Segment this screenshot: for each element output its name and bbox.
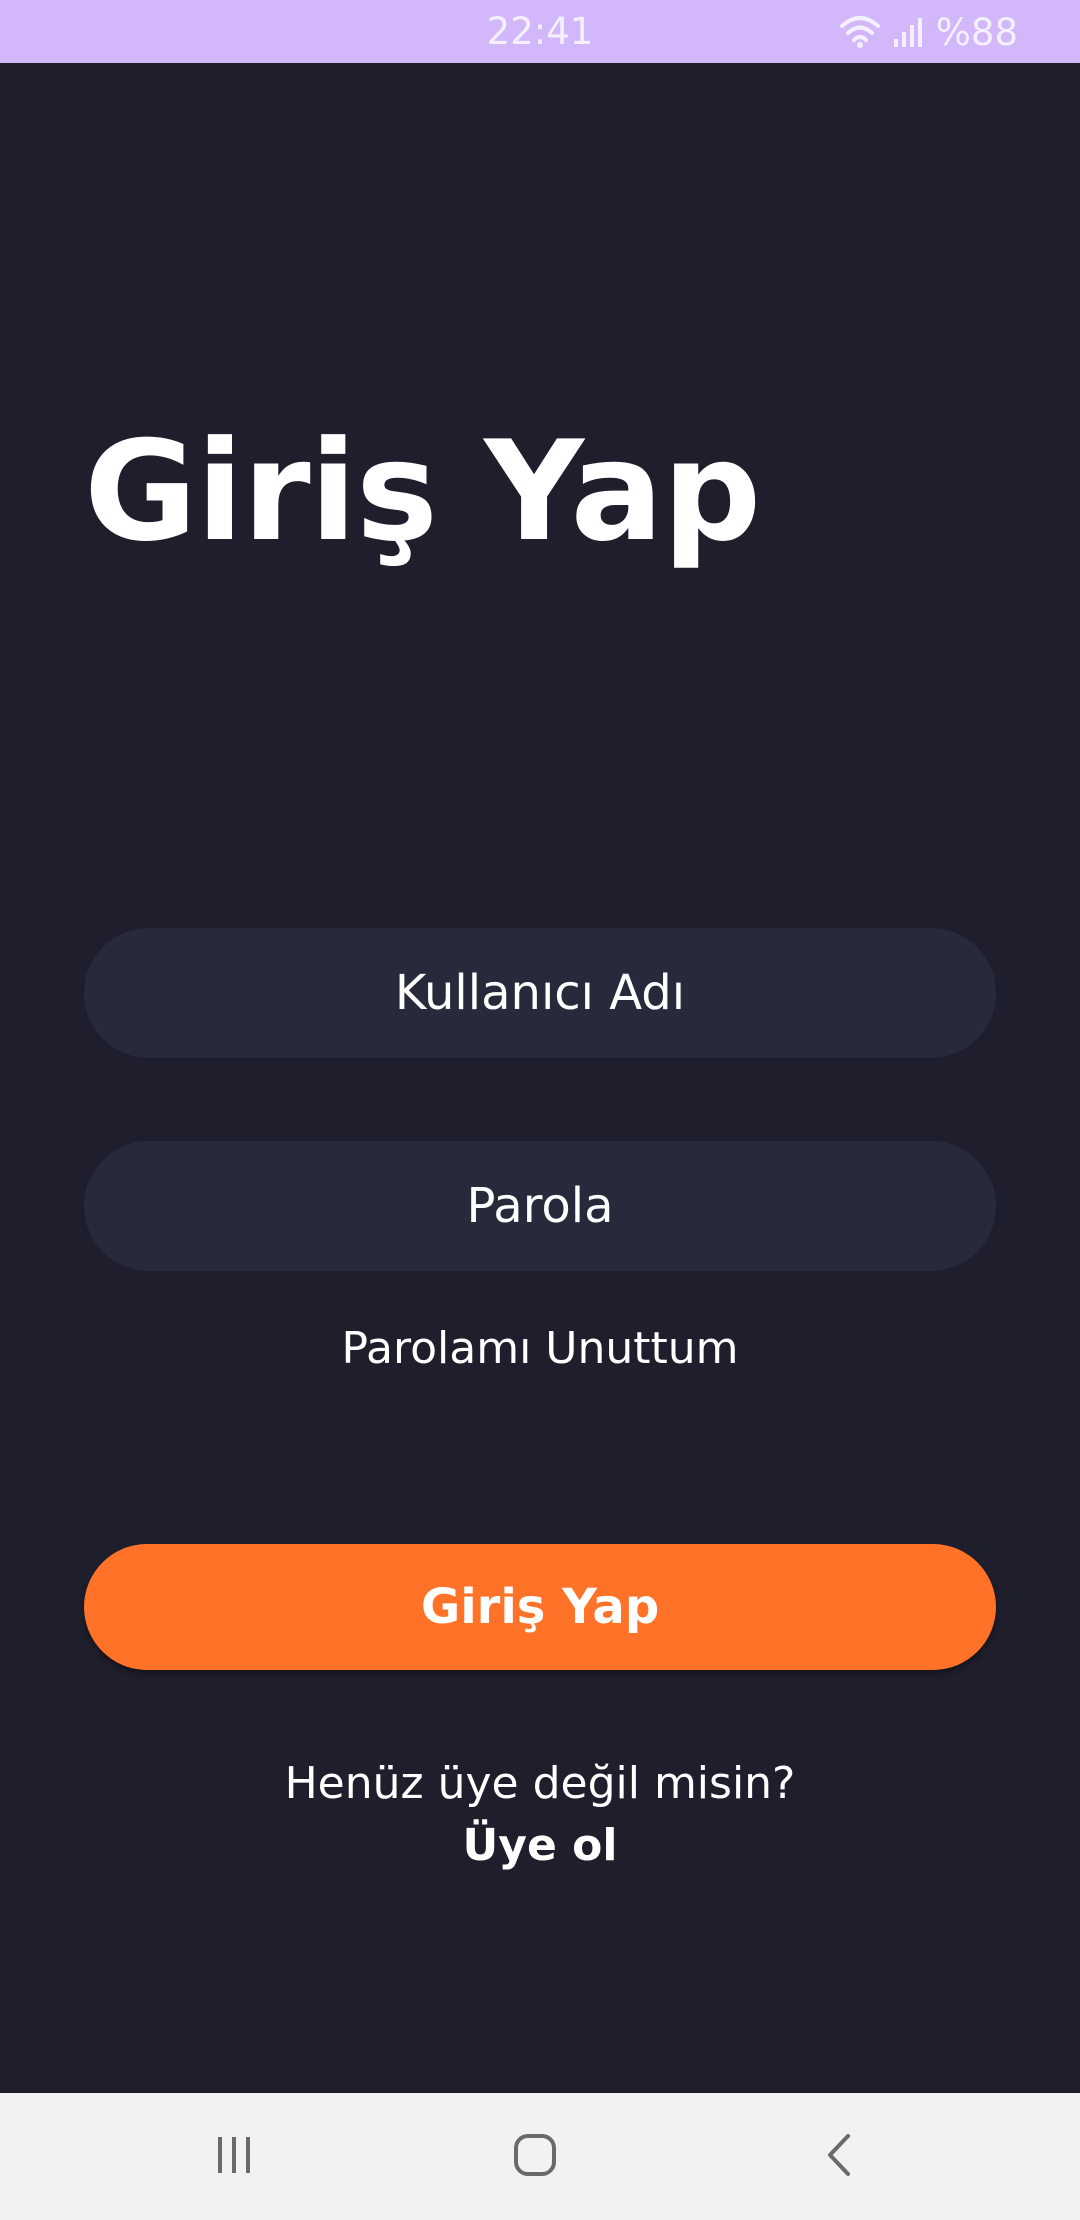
wifi-icon [838,14,882,50]
signal-icon [892,15,926,49]
navigation-bar [0,2093,1080,2220]
home-icon [513,2133,557,2181]
signup-link[interactable]: Üye ol [0,1820,1080,1871]
battery-text: %88 [935,10,1018,54]
password-field[interactable] [84,1141,996,1271]
status-bar: 22:41 %88 [0,0,1080,63]
home-button[interactable] [480,2113,590,2201]
page-title: Giriş Yap [84,411,761,572]
back-button[interactable] [784,2113,894,2201]
signup-prompt: Henüz üye değil misin? [284,1758,796,1809]
username-field[interactable] [84,928,996,1058]
forgot-password-link[interactable]: Parolamı Unuttum [0,1323,1080,1374]
login-screen: Giriş Yap Parolamı Unuttum Giriş Yap Hen… [0,63,1080,2093]
recent-apps-button[interactable] [179,2113,289,2201]
recent-apps-icon [212,2135,256,2179]
status-icons: %88 [838,10,1018,54]
login-button[interactable]: Giriş Yap [84,1544,996,1670]
back-icon [824,2133,854,2181]
